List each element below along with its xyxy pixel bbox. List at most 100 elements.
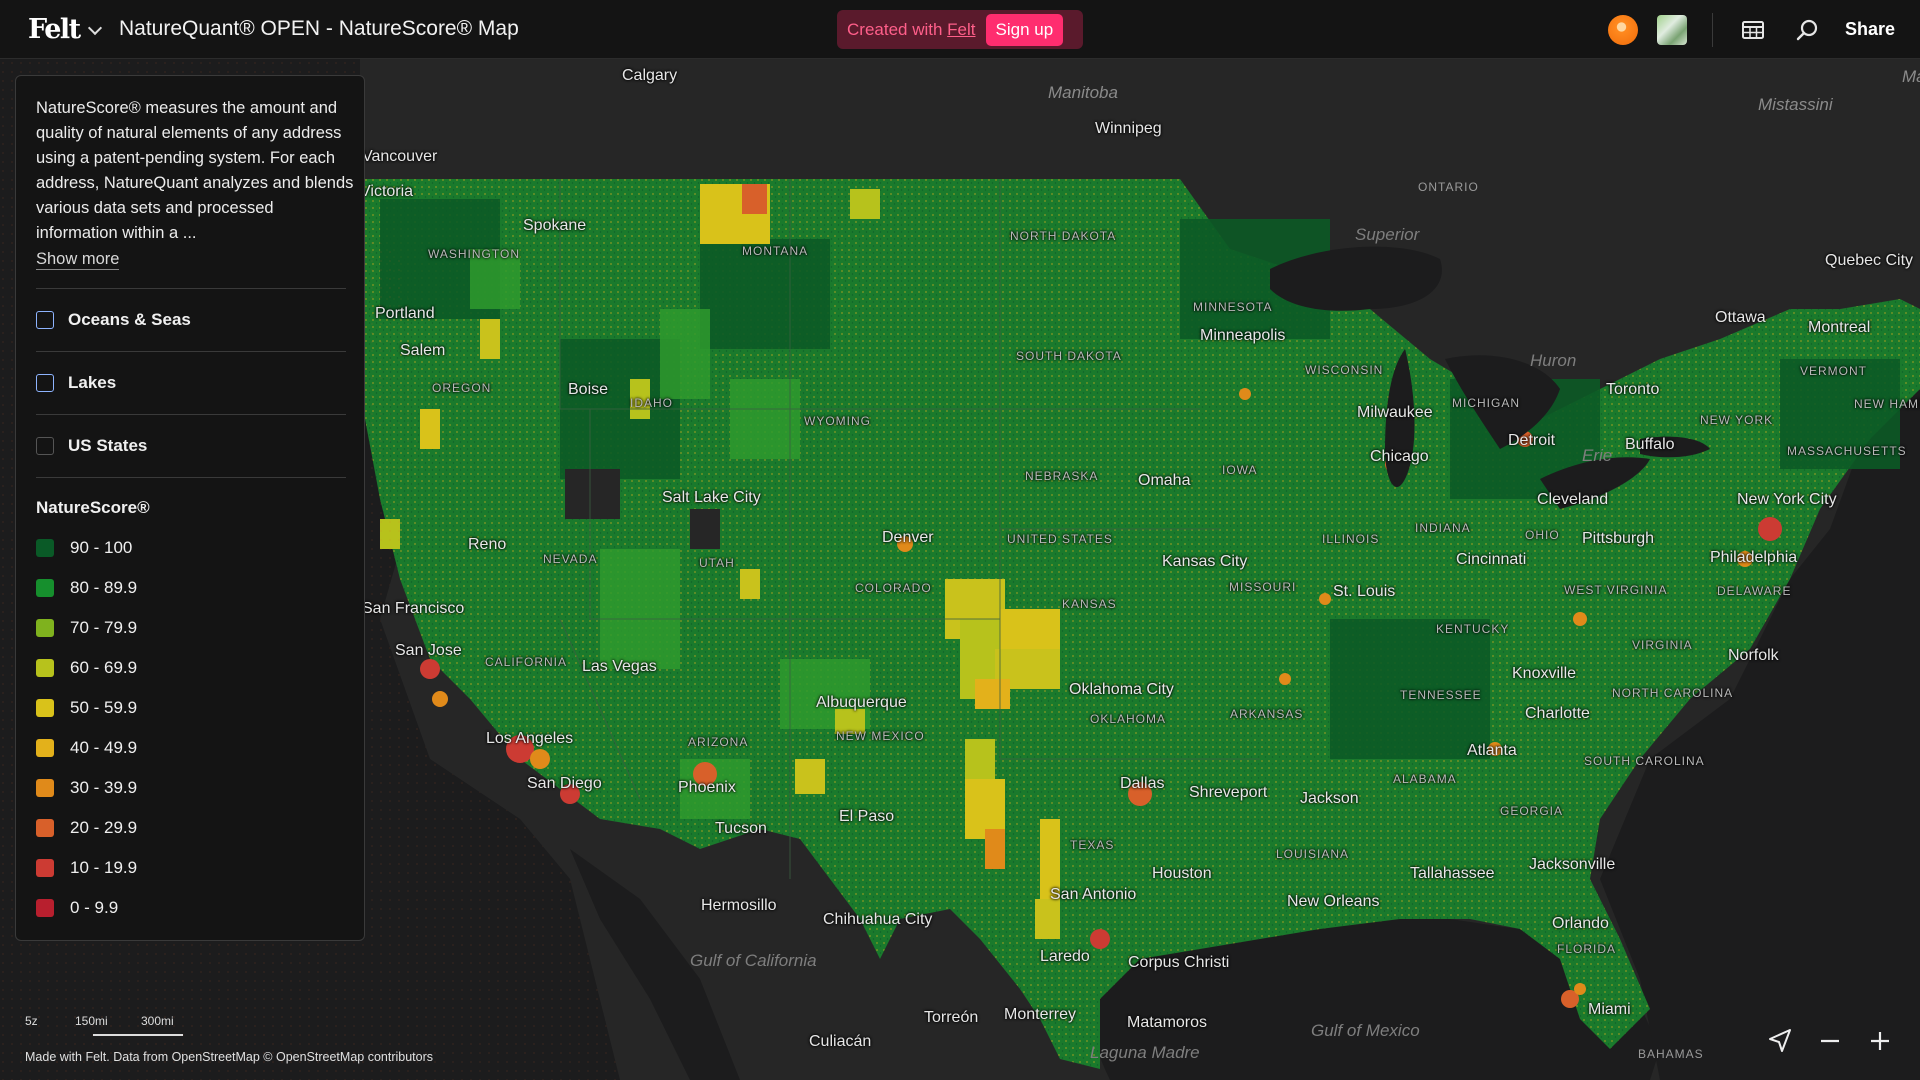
city-label: Tucson (715, 820, 767, 837)
layer-label: Oceans & Seas (68, 310, 191, 329)
city-label: Salem (400, 342, 446, 359)
state-label: NEVADA (543, 552, 598, 566)
city-label: Laredo (1040, 948, 1090, 965)
state-label: MINNESOTA (1193, 300, 1273, 314)
city-label: Winnipeg (1095, 120, 1162, 137)
city-label: Calgary (622, 67, 678, 84)
legend-item: 30 - 39.9 (36, 768, 344, 808)
city-label: Oklahoma City (1069, 681, 1174, 698)
scale-label-150: 150mi (75, 1014, 108, 1028)
lakes-checkbox[interactable] (36, 374, 54, 392)
panel-divider (36, 477, 346, 478)
city-label: Matamoros (1127, 1014, 1208, 1031)
legend-label: 70 - 79.9 (70, 618, 138, 637)
state-label: OREGON (432, 381, 492, 395)
state-label: FLORIDA (1557, 942, 1617, 956)
city-label: Phoenix (678, 779, 736, 796)
zoom-level: 5z (25, 1014, 38, 1028)
city-label: Torreón (924, 1009, 979, 1026)
city-label: Montreal (1808, 319, 1871, 336)
city-label: Boise (568, 381, 609, 398)
attribution: Made with Felt. Data from OpenStreetMap … (25, 1050, 434, 1064)
legend-item: 10 - 19.9 (36, 848, 344, 888)
oceans-seas-checkbox[interactable] (36, 311, 54, 329)
legend-label: 50 - 59.9 (70, 698, 138, 717)
legend-item: 70 - 79.9 (36, 608, 344, 648)
legend-item: 0 - 9.9 (36, 888, 344, 928)
city-label: Denver (882, 529, 934, 546)
state-label: OKLAHOMA (1090, 712, 1167, 726)
layer-lakes[interactable]: Lakes (36, 352, 346, 414)
felt-logo: Felt (28, 14, 81, 45)
legend-swatch (36, 819, 54, 837)
state-label: IOWA (1222, 463, 1258, 477)
locate-icon[interactable] (1765, 1026, 1795, 1056)
state-label: VERMONT (1800, 364, 1867, 378)
city-label: New York City (1737, 491, 1837, 508)
show-more-link[interactable]: Show more (36, 250, 120, 270)
region-label: Huron (1530, 351, 1577, 370)
state-label: ILLINOIS (1322, 532, 1380, 546)
legend-label: 60 - 69.9 (70, 658, 138, 677)
city-label: Spokane (523, 217, 587, 234)
city-label: Las Vegas (582, 658, 657, 675)
state-label: WEST VIRGINIA (1564, 583, 1668, 597)
city-label: Miami (1588, 1001, 1631, 1018)
table-icon[interactable] (1740, 17, 1766, 43)
legend-swatch (36, 739, 54, 757)
layer-us-states[interactable]: US States (36, 415, 346, 477)
city-label: Victoria (360, 183, 414, 200)
city-label: Cleveland (1537, 491, 1609, 508)
zoom-in-icon[interactable] (1865, 1026, 1895, 1056)
legend-swatch (36, 859, 54, 877)
state-label: LOUISIANA (1276, 847, 1350, 861)
legend-label: 80 - 89.9 (70, 578, 138, 597)
city-label: Atlanta (1467, 742, 1517, 759)
map-title: NatureQuant® OPEN - NatureScore® Map (119, 17, 519, 40)
legend-item: 40 - 49.9 (36, 728, 344, 768)
state-label: MONTANA (742, 244, 809, 258)
legend-swatch (36, 779, 54, 797)
city-label: Albuquerque (816, 694, 907, 711)
felt-link[interactable]: Felt (947, 20, 975, 39)
city-label: Milwaukee (1357, 404, 1433, 421)
sign-up-button[interactable]: Sign up (985, 13, 1064, 46)
zoom-out-icon[interactable] (1815, 1026, 1845, 1056)
state-label: ONTARIO (1418, 180, 1479, 194)
state-label: COLORADO (855, 581, 932, 595)
state-label: KENTUCKY (1436, 622, 1510, 636)
felt-logo-menu[interactable]: Felt (28, 14, 102, 45)
scale-label-300: 300mi (141, 1014, 174, 1028)
toolbar-divider (1712, 13, 1713, 47)
state-label: NEW HAMPSHIRE (1854, 397, 1920, 411)
user-avatar[interactable] (1608, 15, 1638, 45)
basemap-thumbnail[interactable] (1657, 15, 1687, 45)
state-label: NEW MEXICO (836, 729, 925, 743)
city-label: San Jose (395, 642, 462, 659)
city-label: Tallahassee (1410, 865, 1495, 882)
state-label: DELAWARE (1717, 584, 1792, 598)
share-button[interactable]: Share (1845, 19, 1895, 40)
city-label: Charlotte (1525, 705, 1590, 722)
legend-swatch (36, 659, 54, 677)
legend-title: NatureScore® (36, 498, 150, 517)
city-label: Kansas City (1162, 553, 1248, 570)
city-label: Culiacán (809, 1033, 872, 1050)
state-label: NORTH DAKOTA (1010, 229, 1117, 243)
state-label: SOUTH CAROLINA (1584, 754, 1705, 768)
legend-swatch (36, 539, 54, 557)
us-states-checkbox[interactable] (36, 437, 54, 455)
city-label: Hermosillo (701, 897, 777, 914)
legend-item: 20 - 29.9 (36, 808, 344, 848)
city-label: Los Angeles (486, 730, 574, 747)
state-label: UTAH (699, 556, 735, 570)
city-label: San Antonio (1050, 886, 1137, 903)
state-label: WYOMING (804, 414, 871, 428)
search-icon[interactable] (1794, 17, 1820, 43)
legend-list: 90 - 100 80 - 89.9 70 - 79.9 60 - 69.9 50 - … (36, 528, 344, 928)
state-label: CALIFORNIA (485, 655, 568, 669)
city-label: San Francisco (362, 600, 465, 617)
city-label: Chihuahua City (823, 911, 933, 928)
state-label: ARIZONA (688, 735, 749, 749)
layer-oceans-seas[interactable]: Oceans & Seas (36, 289, 346, 351)
